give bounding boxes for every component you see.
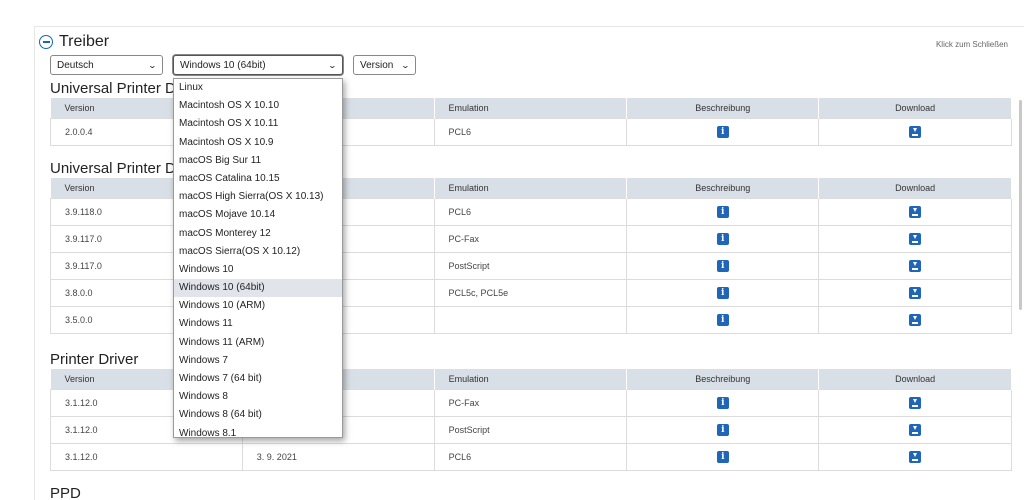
version-select[interactable]: Version ⌄ [353,55,416,75]
cell-emulation: PCL6 [433,197,628,226]
cell-description: i [626,224,820,253]
dropdown-option[interactable]: Windows 7 [174,352,342,370]
cell-download [818,278,1012,307]
cell-description: i [626,278,820,307]
os-select-value: Windows 10 (64bit) [180,59,266,71]
dropdown-option[interactable]: Macintosh OS X 10.11 [174,115,342,133]
download-icon[interactable] [909,259,922,272]
col-emulation: Emulation [434,369,628,389]
download-icon[interactable] [909,286,922,299]
info-icon[interactable]: i [716,286,729,299]
page-scrollbar[interactable] [1019,100,1022,310]
drivers-header[interactable]: Treiber [39,33,109,51]
dropdown-option[interactable]: macOS High Sierra(OS X 10.13) [174,188,342,206]
cell-description: i [626,388,820,417]
os-select[interactable]: Windows 10 (64bit) ⌄ [173,55,343,75]
os-dropdown-list[interactable]: Linux Macintosh OS X 10.10 Macintosh OS … [173,78,343,438]
section-title: Universal Printer D [50,160,176,177]
section-title: Printer Driver [50,351,139,368]
dropdown-option[interactable]: Macintosh OS X 10.9 [174,134,342,152]
cell-download [818,388,1012,417]
cell-description: i [626,415,820,444]
info-icon[interactable]: i [716,232,729,245]
minus-circle-icon[interactable] [39,35,53,49]
cell-description: i [626,305,820,334]
dropdown-option-selected[interactable]: Windows 10 (64bit) [174,279,342,298]
info-icon[interactable]: i [716,313,729,326]
section-header-title: Treiber [59,33,110,50]
info-icon[interactable]: i [716,125,729,138]
download-icon[interactable] [909,396,922,409]
dropdown-option[interactable]: Linux [174,79,342,97]
dropdown-option[interactable]: Windows 11 [174,315,342,333]
cell-emulation: PCL6 [433,117,628,146]
cell-emulation: PostScript [433,251,628,280]
cell-description: i [626,442,820,471]
col-download: Download [818,369,1012,389]
dropdown-option[interactable]: Windows 11 (ARM) [174,334,342,352]
language-select-value: Deutsch [57,59,94,71]
download-icon[interactable] [909,313,922,326]
download-icon[interactable] [909,423,922,436]
col-emulation: Emulation [434,98,628,118]
dropdown-option[interactable]: Windows 8 (64 bit) [174,406,342,424]
cell-emulation: PC-Fax [433,224,628,253]
section-title: Universal Printer D [50,80,176,97]
download-icon[interactable] [909,232,922,245]
cell-download [818,117,1012,146]
dropdown-option[interactable]: macOS Catalina 10.15 [174,170,342,188]
cell-description: i [626,197,820,226]
col-emulation: Emulation [434,178,628,198]
panel-left-border [34,26,35,500]
cell-emulation: PCL5c, PCL5e [433,278,628,307]
col-download: Download [818,178,1012,198]
cell-download [818,224,1012,253]
dropdown-option[interactable]: Windows 10 (ARM) [174,297,342,315]
cell-download [818,442,1012,471]
cell-emulation: PCL6 [433,442,628,471]
dropdown-option[interactable]: Windows 10 [174,261,342,279]
cell-download [818,415,1012,444]
dropdown-option[interactable]: macOS Monterey 12 [174,225,342,243]
col-description: Beschreibung [626,98,820,118]
col-download: Download [818,98,1012,118]
col-description: Beschreibung [626,369,820,389]
info-icon[interactable]: i [716,259,729,272]
cell-emulation [433,305,628,334]
cell-download [818,251,1012,280]
panel-top-border [34,26,1024,27]
download-icon[interactable] [909,450,922,463]
download-icon[interactable] [909,205,922,218]
language-select[interactable]: Deutsch ⌄ [50,55,163,75]
cell-download [818,197,1012,226]
chevron-down-icon: ⌄ [147,60,158,70]
chevron-down-icon: ⌄ [400,60,411,70]
cell-description: i [626,117,820,146]
dropdown-option[interactable]: macOS Big Sur 11 [174,152,342,170]
cell-version: 3.1.12.0 [50,442,243,471]
dropdown-option[interactable]: macOS Sierra(OS X 10.12) [174,243,342,261]
table-row: 3.1.12.0 3. 9. 2021 PCL6 i [50,442,1012,471]
info-icon[interactable]: i [716,450,729,463]
cell-emulation: PC-Fax [433,388,628,417]
cell-emulation: PostScript [433,415,628,444]
info-icon[interactable]: i [716,423,729,436]
cell-description: i [626,251,820,280]
info-icon[interactable]: i [716,396,729,409]
version-select-value: Version [360,59,394,71]
cell-date: 3. 9. 2021 [241,442,435,471]
section-title: PPD [50,485,81,500]
cell-download [818,305,1012,334]
info-icon[interactable]: i [716,205,729,218]
close-hint[interactable]: Klick zum Schließen [936,40,1008,49]
chevron-down-icon: ⌄ [327,60,338,70]
dropdown-option[interactable]: Windows 7 (64 bit) [174,370,342,388]
download-icon[interactable] [909,125,922,138]
dropdown-option[interactable]: Macintosh OS X 10.10 [174,97,342,115]
dropdown-option[interactable]: macOS Mojave 10.14 [174,206,342,224]
col-description: Beschreibung [626,178,820,198]
dropdown-option[interactable]: Windows 8 [174,388,342,406]
dropdown-option[interactable]: Windows 8.1 [174,425,342,437]
